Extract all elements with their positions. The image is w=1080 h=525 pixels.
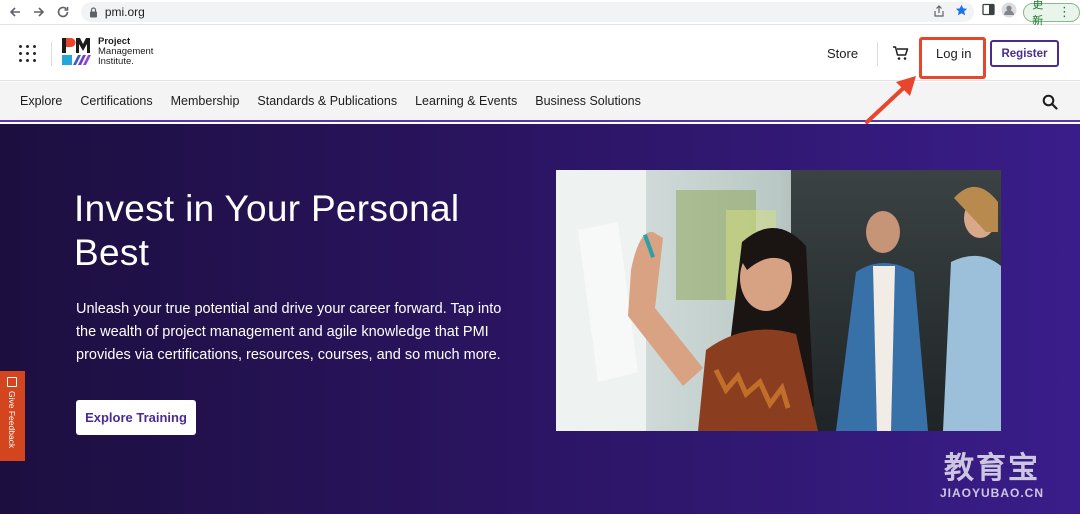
login-link[interactable]: Log in xyxy=(936,46,971,61)
browser-toolbar: pmi.org 更新 ⋮ xyxy=(0,0,1080,27)
hero-body: Unleash your true potential and drive yo… xyxy=(76,301,502,363)
page: pmi.org 更新 ⋮ Project Management Institut… xyxy=(0,0,1080,525)
pmi-logo-mark-icon xyxy=(62,38,92,66)
side-panel-icon[interactable] xyxy=(982,3,995,21)
logo-line-3: Institute. xyxy=(98,56,134,67)
watermark-cn: 教育宝 xyxy=(944,452,1040,485)
profile-avatar-icon[interactable] xyxy=(1001,2,1017,23)
update-label: 更新 xyxy=(1032,0,1044,27)
update-button[interactable]: 更新 ⋮ xyxy=(1023,0,1080,27)
search-icon[interactable] xyxy=(1042,94,1058,110)
nav-item-business-solutions[interactable]: Business Solutions xyxy=(535,94,641,108)
register-button[interactable]: Register xyxy=(990,40,1059,67)
apps-grid-icon[interactable] xyxy=(19,45,37,63)
pmi-logo[interactable]: Project Management Institute. xyxy=(62,37,153,67)
hero-title: Invest in Your Personal Best xyxy=(74,188,460,273)
address-bar[interactable]: pmi.org xyxy=(80,2,975,22)
annotation-arrow-icon xyxy=(862,70,922,128)
url-text: pmi.org xyxy=(104,5,145,19)
divider xyxy=(51,42,52,66)
forward-icon[interactable] xyxy=(27,0,51,24)
more-vert-icon: ⋮ xyxy=(1058,4,1072,19)
store-link[interactable]: Store xyxy=(827,46,858,61)
watermark: 教育宝 JIAOYUBAO.CN xyxy=(922,452,1062,500)
nav-item-learning-events[interactable]: Learning & Events xyxy=(415,94,517,108)
reload-icon[interactable] xyxy=(51,0,75,24)
nav-item-membership[interactable]: Membership xyxy=(171,94,240,108)
share-icon[interactable] xyxy=(933,4,945,20)
watermark-en: JIAOYUBAO.CN xyxy=(939,486,1044,500)
nav-item-certifications[interactable]: Certifications xyxy=(80,94,152,108)
divider xyxy=(877,42,878,66)
page-bottom xyxy=(0,514,1080,525)
cart-icon[interactable] xyxy=(892,44,910,62)
feedback-label: Give Feedback xyxy=(7,391,17,449)
hero-section: Invest in Your Personal Best Unleash you… xyxy=(0,124,1080,514)
back-icon[interactable] xyxy=(3,0,27,24)
give-feedback-tab[interactable]: Give Feedback xyxy=(0,371,25,461)
bookmark-star-icon[interactable] xyxy=(955,4,968,20)
feedback-icon xyxy=(7,377,17,387)
logo-text: Project Management Institute. xyxy=(98,37,153,67)
nav-item-standards-publications[interactable]: Standards & Publications xyxy=(257,94,397,108)
explore-training-button[interactable]: Explore Training xyxy=(76,400,196,435)
nav-item-explore[interactable]: Explore xyxy=(20,94,62,108)
hero-photo xyxy=(556,170,1001,431)
lock-icon xyxy=(89,6,98,18)
